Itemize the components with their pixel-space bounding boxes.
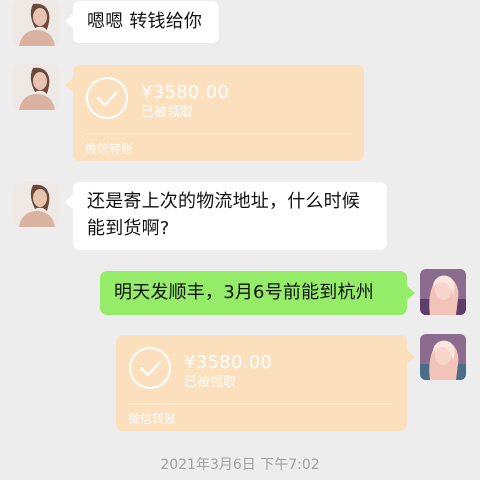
check-circle-icon [85,76,129,120]
message-text-line: 能到货啊? [87,218,170,239]
contact-avatar-image [13,0,59,46]
my-avatar-image [420,334,466,380]
bubble-tail [407,350,415,364]
check-circle-icon [128,346,172,390]
contact-avatar[interactable] [13,64,59,110]
message-bubble-sent[interactable]: 明天发顺丰，3月6号前能到杭州 [100,271,407,315]
contact-avatar-image [13,64,59,110]
transfer-amount: ¥3580.00 [184,352,273,373]
transfer-card-sent[interactable]: ¥3580.00 已被领取 微信转账 [116,335,407,431]
transfer-amount: ¥3580.00 [141,82,230,103]
transfer-divider [128,403,395,404]
transfer-card-received[interactable]: ¥3580.00 已被领取 微信转账 [73,65,364,161]
bubble-tail [407,286,415,300]
contact-avatar[interactable] [13,181,59,227]
transfer-label: 微信转账 [128,412,177,426]
my-avatar[interactable] [420,334,466,380]
message-text-line: 还是寄上次的物流地址，什么时候 [87,191,360,212]
bubble-tail [65,195,73,209]
transfer-label: 微信转账 [85,142,134,156]
contact-avatar[interactable] [13,0,59,46]
message-text: 明天发顺丰，3月6号前能到杭州 [114,282,374,303]
message-bubble-received[interactable]: 还是寄上次的物流地址，什么时候 能到货啊? [73,182,387,250]
bubble-tail [65,14,73,28]
bubble-tail [65,78,73,92]
my-avatar-image [420,269,466,315]
my-avatar[interactable] [420,269,466,315]
message-bubble-received[interactable]: 嗯嗯 转钱给你 [73,1,219,43]
message-text: 嗯嗯 转钱给你 [87,11,203,32]
contact-avatar-image [13,181,59,227]
transfer-divider [85,133,352,134]
transfer-status: 已被领取 [184,375,237,390]
transfer-status: 已被领取 [141,105,194,120]
chat-timestamp: 2021年3月6日 下午7:02 [160,457,320,473]
